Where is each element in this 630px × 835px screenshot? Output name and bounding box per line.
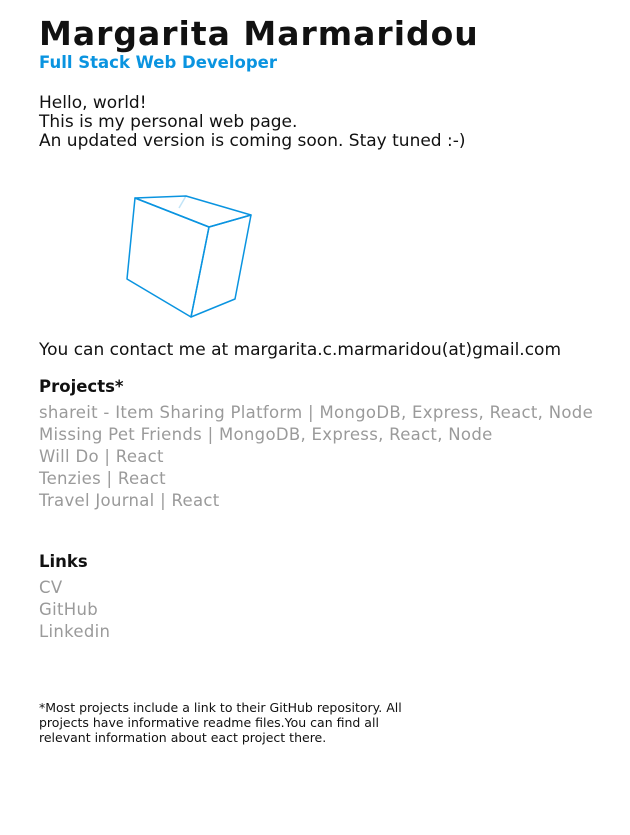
intro-text: Hello, world! This is my personal web pa… [39, 94, 609, 151]
projects-list: shareit - Item Sharing Platform | MongoD… [39, 402, 609, 512]
projects-heading: Projects* [39, 377, 124, 396]
link-linkedin[interactable]: Linkedin [39, 621, 609, 643]
page: Margarita Marmaridou Full Stack Web Deve… [39, 12, 609, 745]
project-link-missing-pet-friends[interactable]: Missing Pet Friends | MongoDB, Express, … [39, 424, 609, 446]
job-title: Full Stack Web Developer [39, 53, 277, 72]
project-link-travel-journal[interactable]: Travel Journal | React [39, 490, 609, 512]
cube-top-face [134, 195, 252, 228]
cube-back-edge [178, 195, 187, 209]
link-text[interactable]: GitHub [39, 600, 98, 619]
links-list: CV GitHub Linkedin [39, 577, 609, 643]
project-link-text[interactable]: Tenzies | React [39, 469, 166, 488]
project-link-text[interactable]: Missing Pet Friends | MongoDB, Express, … [39, 425, 493, 444]
links-heading: Links [39, 552, 88, 571]
project-link-shareit[interactable]: shareit - Item Sharing Platform | MongoD… [39, 402, 609, 424]
cube-left-face [126, 197, 210, 318]
project-link-text[interactable]: Travel Journal | React [39, 491, 220, 510]
project-link-will-do[interactable]: Will Do | React [39, 446, 609, 468]
link-text[interactable]: Linkedin [39, 622, 110, 641]
link-github[interactable]: GitHub [39, 599, 609, 621]
cube-svg [126, 195, 252, 318]
project-link-text[interactable]: Will Do | React [39, 447, 164, 466]
intro-line: Hello, world! [39, 93, 147, 113]
intro-line: This is my personal web page. [39, 112, 298, 132]
page-title: Margarita Marmaridou [39, 14, 479, 53]
intro-line: An updated version is coming soon. Stay … [39, 131, 466, 151]
project-link-tenzies[interactable]: Tenzies | React [39, 468, 609, 490]
cube-right-face [190, 214, 252, 318]
wireframe-cube-icon [39, 184, 269, 329]
project-link-text[interactable]: shareit - Item Sharing Platform | MongoD… [39, 403, 593, 422]
link-text[interactable]: CV [39, 578, 62, 597]
contact-text: You can contact me at margarita.c.marmar… [39, 340, 562, 360]
footnote: *Most projects include a link to their G… [39, 700, 402, 745]
link-cv[interactable]: CV [39, 577, 609, 599]
